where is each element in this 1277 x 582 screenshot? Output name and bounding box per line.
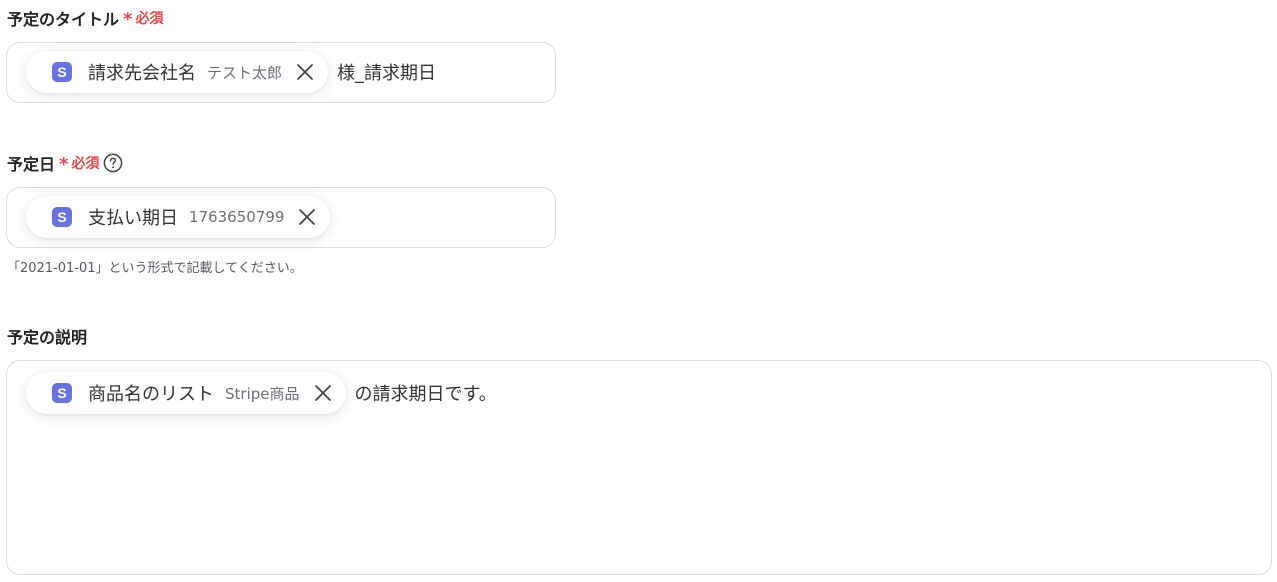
required-star: * xyxy=(123,9,133,30)
date-label-text: 予定日 xyxy=(7,155,56,174)
required-text: 必須 xyxy=(135,11,164,27)
required-star: * xyxy=(59,154,69,175)
stripe-icon: S xyxy=(52,62,72,82)
title-field-label: 予定のタイトル * 必須 xyxy=(7,6,163,30)
title-input-content: S 請求先会社名 テスト太郎 様_請求期日 xyxy=(26,51,436,93)
stripe-icon: S xyxy=(52,207,72,227)
question-circle-icon[interactable] xyxy=(103,153,123,173)
chip-value: テスト太郎 xyxy=(207,63,283,82)
chip-value: 1763650799 xyxy=(189,208,285,226)
required-badge: * 必須 xyxy=(123,8,164,30)
chip-name: 請求先会社名 xyxy=(88,63,196,84)
chip-value: Stripe商品 xyxy=(225,384,300,403)
required-badge: * 必須 xyxy=(59,153,100,175)
description-tail-text: の請求期日です。 xyxy=(354,384,497,405)
chip-name: 商品名のリスト xyxy=(88,384,214,405)
variable-chip[interactable]: S 商品名のリスト Stripe商品 xyxy=(26,372,346,414)
close-icon[interactable] xyxy=(296,206,318,228)
chip-name: 支払い期日 xyxy=(88,208,178,229)
variable-chip[interactable]: S 支払い期日 1763650799 xyxy=(26,196,331,238)
title-tail-text: 様_請求期日 xyxy=(337,63,437,84)
date-format-hint: 「2021-01-01」という形式で記載してください。 xyxy=(7,261,303,276)
description-field-label: 予定の説明 xyxy=(7,324,87,348)
description-input-content: S 商品名のリスト Stripe商品 の請求期日です。 xyxy=(26,372,497,414)
required-text: 必須 xyxy=(71,156,100,172)
date-field-label: 予定日 * 必須 xyxy=(7,151,123,175)
description-label-text: 予定の説明 xyxy=(7,328,88,347)
close-icon[interactable] xyxy=(294,61,316,83)
close-icon[interactable] xyxy=(312,382,334,404)
stripe-icon: S xyxy=(52,383,72,403)
variable-chip[interactable]: S 請求先会社名 テスト太郎 xyxy=(26,51,329,93)
title-label-text: 予定のタイトル xyxy=(7,10,120,29)
date-input-content: S 支払い期日 1763650799 xyxy=(26,196,331,238)
